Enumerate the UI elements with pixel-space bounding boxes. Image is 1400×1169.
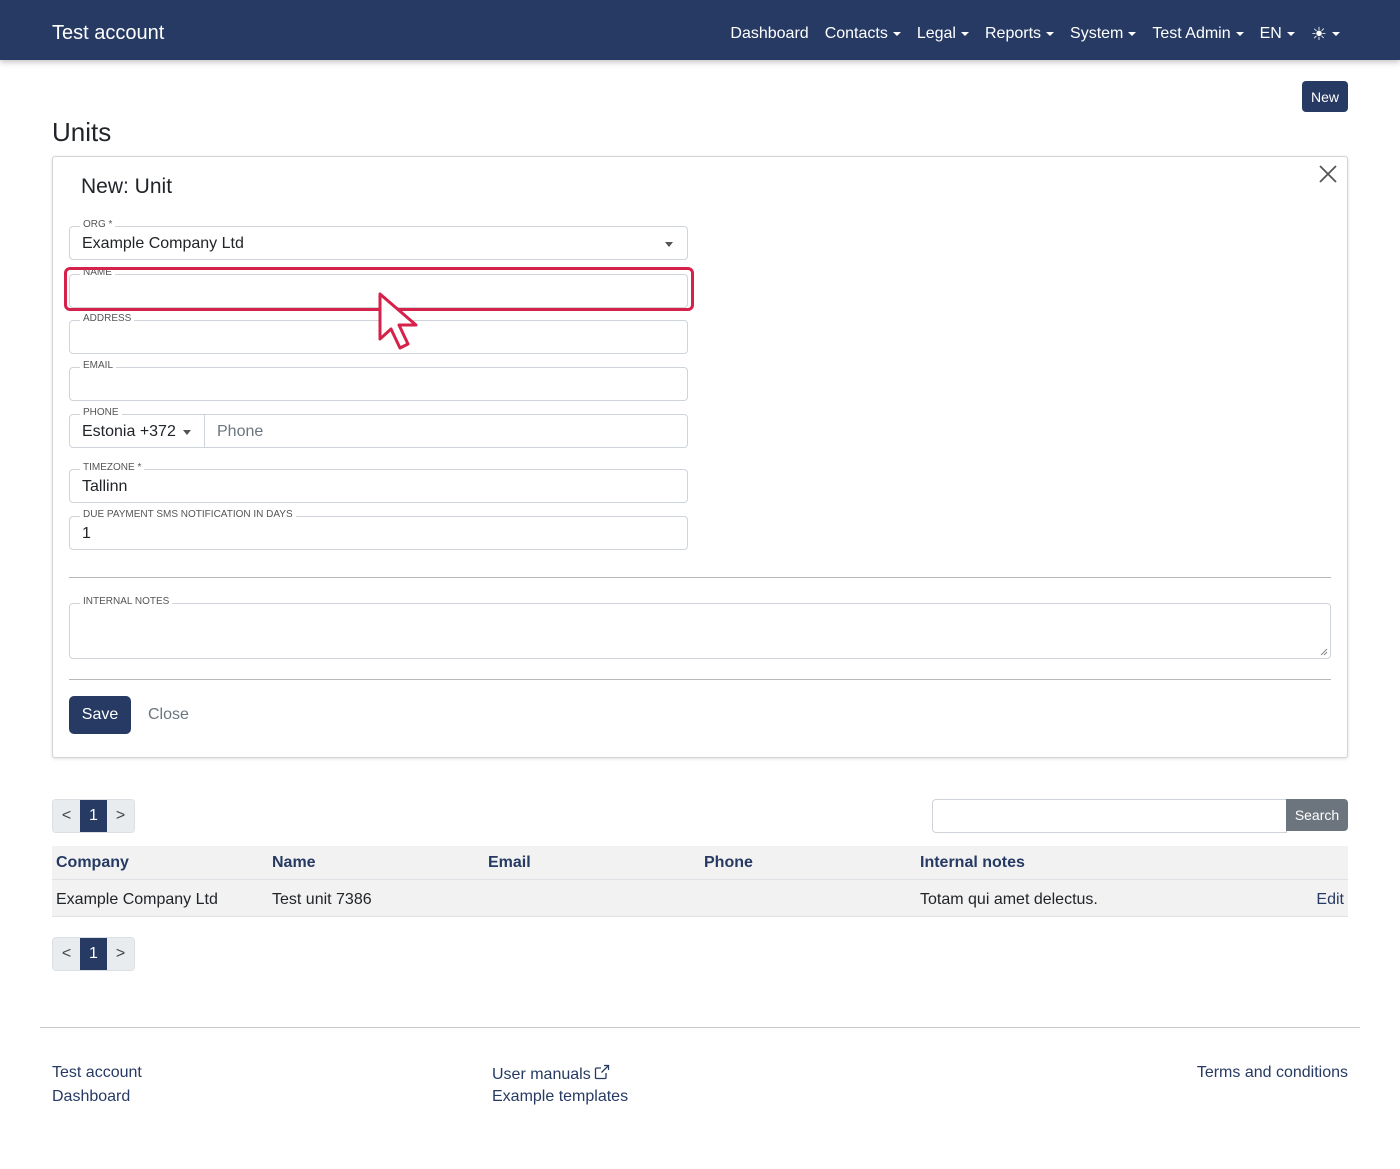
new-button[interactable]: New <box>1302 81 1348 112</box>
table-row: Example Company Ltd Test unit 7386 Totam… <box>52 880 1348 917</box>
timezone-label: TIMEZONE * <box>80 462 145 474</box>
divider <box>69 577 1331 578</box>
page-title: Units <box>52 117 112 147</box>
nav-item-language[interactable]: EN <box>1260 24 1295 44</box>
new-unit-card: New: Unit ORG * Example Company Ltd NAME… <box>52 156 1348 758</box>
nav-item-label: EN <box>1259 25 1282 42</box>
nav-item-legal[interactable]: Legal <box>917 24 969 44</box>
column-header-notes: Internal notes <box>920 854 1025 871</box>
next-page-button[interactable]: > <box>107 800 134 832</box>
cell-company: Example Company Ltd <box>56 891 218 908</box>
page-button-current[interactable]: 1 <box>80 938 107 970</box>
due-sms-days-field[interactable]: DUE PAYMENT SMS NOTIFICATION IN DAYS 1 <box>69 509 688 550</box>
phone-input[interactable]: Phone <box>217 423 263 441</box>
org-select[interactable]: ORG * Example Company Ltd <box>69 219 688 260</box>
caret-down-icon <box>1128 32 1137 36</box>
prev-page-button[interactable]: < <box>53 938 80 970</box>
name-field[interactable]: NAME <box>69 267 688 308</box>
cell-name: Test unit 7386 <box>272 891 372 908</box>
column-header-phone: Phone <box>704 854 753 871</box>
column-header-name: Name <box>272 854 316 871</box>
nav-menu: Dashboard Contacts Legal Reports System … <box>730 24 1340 44</box>
search-input[interactable] <box>932 799 1287 833</box>
nav-item-label: Contacts <box>824 25 888 42</box>
address-label: ADDRESS <box>80 313 135 325</box>
email-label: EMAIL <box>80 360 117 372</box>
sun-icon: ☀ <box>1310 24 1327 44</box>
footer-link-account[interactable]: Test account <box>52 1064 142 1082</box>
caret-down-icon <box>1332 32 1340 36</box>
phone-label: PHONE <box>80 407 122 419</box>
theme-toggle[interactable]: ☀ <box>1311 24 1340 44</box>
address-field[interactable]: ADDRESS <box>69 313 688 354</box>
nav-item-reports[interactable]: Reports <box>984 24 1055 44</box>
footer-link-dashboard[interactable]: Dashboard <box>52 1088 130 1106</box>
caret-down-icon <box>892 32 901 36</box>
phone-country-select[interactable]: Estonia +372 <box>82 423 176 441</box>
footer-link-example-templates[interactable]: Example templates <box>492 1088 628 1106</box>
footer-link-user-manuals[interactable]: User manuals <box>492 1064 610 1084</box>
chevron-down-icon <box>183 430 191 435</box>
form-title: New: Unit <box>81 175 173 198</box>
units-table: Company Name Email Phone Internal notes … <box>52 846 1348 917</box>
pagination-bottom: < 1 > <box>52 937 135 971</box>
footer-link-terms[interactable]: Terms and conditions <box>1197 1064 1348 1082</box>
notes-label: INTERNAL NOTES <box>80 596 173 608</box>
name-label: NAME <box>80 267 115 279</box>
org-label: ORG * <box>80 219 116 231</box>
top-navbar: Test account Dashboard Contacts Legal Re… <box>0 0 1400 60</box>
footer-divider <box>40 1027 1360 1028</box>
nav-item-label: Reports <box>984 25 1042 42</box>
prev-page-button[interactable]: < <box>53 800 80 832</box>
chevron-down-icon <box>665 242 673 247</box>
nav-item-label: Legal <box>916 25 956 42</box>
nav-item-dashboard[interactable]: Dashboard <box>730 24 808 44</box>
timezone-value: Tallinn <box>82 478 128 495</box>
save-button[interactable]: Save <box>69 696 131 734</box>
close-button[interactable]: Close <box>148 706 189 724</box>
nav-item-label: System <box>1070 25 1124 42</box>
phone-field-group: PHONE Estonia +372 Phone <box>69 407 688 448</box>
table-header: Company Name Email Phone Internal notes <box>52 846 1348 880</box>
resize-handle-icon[interactable] <box>1320 648 1328 656</box>
internal-notes-textarea[interactable]: INTERNAL NOTES <box>69 596 1331 659</box>
caret-down-icon <box>1046 32 1055 36</box>
pagination-top: < 1 > <box>52 799 135 833</box>
next-page-button[interactable]: > <box>107 938 134 970</box>
divider <box>204 415 205 447</box>
external-link-icon <box>594 1064 609 1080</box>
due-sms-label: DUE PAYMENT SMS NOTIFICATION IN DAYS <box>80 509 296 521</box>
page-button-current[interactable]: 1 <box>80 800 107 832</box>
caret-down-icon <box>1235 32 1244 36</box>
divider <box>69 679 1331 680</box>
close-icon[interactable] <box>1317 163 1339 185</box>
email-field[interactable]: EMAIL <box>69 360 688 401</box>
due-sms-value: 1 <box>82 525 91 542</box>
caret-down-icon <box>1286 32 1295 36</box>
nav-item-user-menu[interactable]: Test Admin <box>1152 24 1244 44</box>
caret-down-icon <box>960 32 969 36</box>
brand-link[interactable]: Test account <box>52 21 164 45</box>
search-button[interactable]: Search <box>1286 799 1348 831</box>
nav-item-label: Dashboard <box>730 25 809 42</box>
column-header-company: Company <box>56 854 129 871</box>
edit-link[interactable]: Edit <box>1316 891 1344 909</box>
cell-notes: Totam qui amet delectus. <box>920 891 1098 908</box>
nav-item-contacts[interactable]: Contacts <box>825 24 901 44</box>
column-header-email: Email <box>488 854 531 871</box>
org-value: Example Company Ltd <box>82 235 244 252</box>
nav-item-system[interactable]: System <box>1070 24 1137 44</box>
timezone-field[interactable]: TIMEZONE * Tallinn <box>69 462 688 503</box>
footer-link-label: User manuals <box>492 1066 591 1083</box>
nav-item-label: Test Admin <box>1152 25 1231 42</box>
